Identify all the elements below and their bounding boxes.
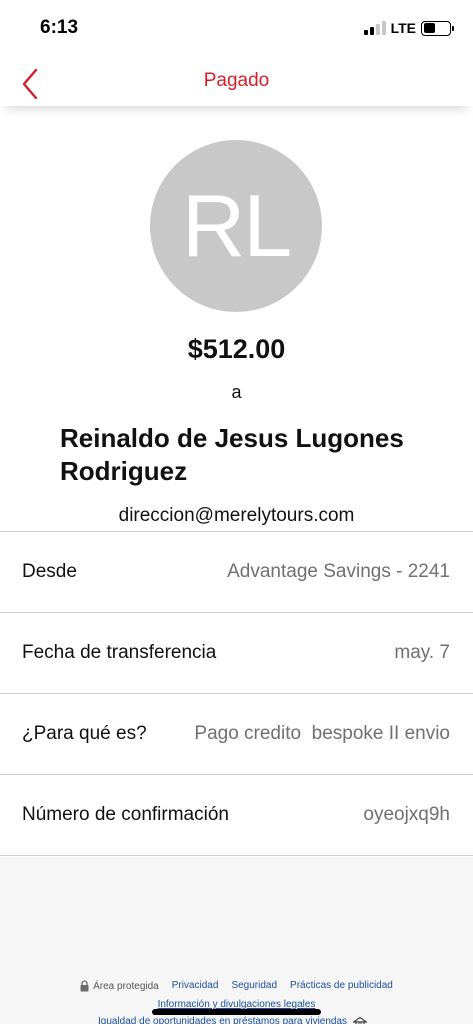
secure-area-label: Área protegida <box>93 980 159 992</box>
equal-housing-icon <box>353 1016 368 1024</box>
status-indicators: LTE <box>363 20 454 36</box>
network-type: LTE <box>390 20 416 36</box>
cellular-signal-icon <box>363 21 386 35</box>
status-bar: 6:13 LTE <box>0 0 473 56</box>
advertising-practices-link[interactable]: Prácticas de publicidad <box>290 980 393 992</box>
detail-label: Fecha de transferencia <box>22 642 217 663</box>
home-indicator[interactable] <box>152 1009 321 1015</box>
detail-value: Advantage Savings - 2241 <box>227 561 450 582</box>
recipient-email: direccion@merelytours.com <box>118 505 355 526</box>
transfer-amount: $512.00 <box>187 334 286 364</box>
recipient-name: Reinaldo de Jesus Lugones Rodriguez <box>60 423 404 486</box>
secure-area: Área protegida <box>80 980 159 992</box>
nav-bar: Pagado <box>0 56 473 106</box>
security-link[interactable]: Seguridad <box>231 980 277 992</box>
detail-row-date: Fecha de transferencia may. 7 <box>0 613 473 694</box>
to-label: a <box>231 382 242 402</box>
footer-links: Área protegida Privacidad Seguridad Prác… <box>0 980 473 992</box>
avatar: RL <box>150 140 322 312</box>
detail-label: Número de confirmación <box>22 804 229 825</box>
transfer-details: Desde Advantage Savings - 2241 Fecha de … <box>0 531 473 856</box>
battery-icon <box>421 20 454 36</box>
detail-value: may. 7 <box>394 642 450 663</box>
detail-row-confirmation: Número de confirmación oyeojxq9h <box>0 775 473 856</box>
detail-label: ¿Para qué es? <box>22 723 147 744</box>
page-title: Pagado <box>203 70 270 91</box>
equal-housing-row: Igualdad de oportunidades en préstamos p… <box>98 1016 368 1024</box>
detail-row-from: Desde Advantage Savings - 2241 <box>0 532 473 613</box>
detail-value: oyeojxq9h <box>363 804 450 825</box>
lock-icon <box>80 980 89 992</box>
detail-label: Desde <box>22 561 77 582</box>
detail-value: Pago credito bespoke II envio <box>194 723 450 744</box>
detail-row-memo: ¿Para qué es? Pago credito bespoke II en… <box>0 694 473 775</box>
equal-housing-link[interactable]: Igualdad de oportunidades en préstamos p… <box>98 1016 347 1024</box>
privacy-link[interactable]: Privacidad <box>172 980 219 992</box>
status-time: 6:13 <box>40 17 79 38</box>
